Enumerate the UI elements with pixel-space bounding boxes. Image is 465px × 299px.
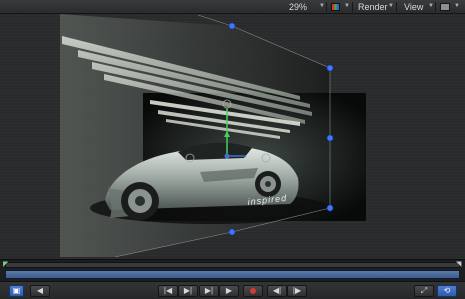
handle-bottom-icon <box>228 228 236 236</box>
mark-in-button[interactable]: ◀| <box>267 285 287 297</box>
prev-button[interactable]: ◀ <box>30 285 50 297</box>
loop-button[interactable]: ⟲ <box>437 285 457 297</box>
toolbar-divider <box>435 2 436 12</box>
channels-dropdown-icon[interactable]: ▼ <box>344 3 350 9</box>
play-button[interactable]: ▶ <box>219 285 239 297</box>
toolbar-divider <box>326 2 327 12</box>
transport-controls: ▣ ◀ |◀ ▶| ▶| ▶ ◀| |▶ ⤢ ⟲ <box>0 281 465 299</box>
timeline-ruler[interactable] <box>5 262 460 268</box>
handle-top-right-icon <box>326 64 334 72</box>
canvas-viewer[interactable]: inspired <box>0 14 465 259</box>
play-reverse-button[interactable]: ▶| <box>178 285 198 297</box>
view-menu[interactable]: View <box>404 2 423 12</box>
play-range-out-icon[interactable]: ◥ <box>456 261 461 268</box>
zoom-dropdown-icon[interactable]: ▼ <box>319 3 325 9</box>
view-dropdown-icon[interactable]: ▼ <box>428 3 434 9</box>
layout-dropdown-icon[interactable]: ▼ <box>454 3 460 9</box>
render-menu[interactable]: Render <box>358 2 388 12</box>
render-dropdown-icon[interactable]: ▼ <box>388 3 394 9</box>
step-forward-button[interactable]: ▶| <box>199 285 219 297</box>
mark-out-button[interactable]: |▶ <box>287 285 307 297</box>
toolbar-divider <box>352 2 353 12</box>
record-button[interactable] <box>243 285 263 297</box>
toolbar-divider <box>396 2 397 12</box>
record-icon <box>250 288 256 294</box>
mini-timeline: ◤ ◥ <box>0 259 465 281</box>
canvas-scene: inspired <box>60 14 366 258</box>
zoom-level[interactable]: 29% <box>289 2 307 12</box>
play-range-in-icon[interactable]: ◤ <box>3 261 8 268</box>
color-channels-icon[interactable] <box>331 3 340 11</box>
timeline-track[interactable] <box>5 270 460 279</box>
canvas-toolbar: 29% ▼ ▼ Render ▼ View ▼ ▼ <box>0 0 465 14</box>
layout-icon[interactable] <box>440 3 450 11</box>
handle-bottom-right-icon <box>326 204 334 212</box>
fullscreen-button[interactable]: ⤢ <box>414 285 434 297</box>
handle-top-icon <box>228 22 236 30</box>
handle-right-icon <box>326 134 334 142</box>
go-to-start-button[interactable]: |◀ <box>158 285 178 297</box>
canvas-mode-button[interactable]: ▣ <box>9 285 24 297</box>
